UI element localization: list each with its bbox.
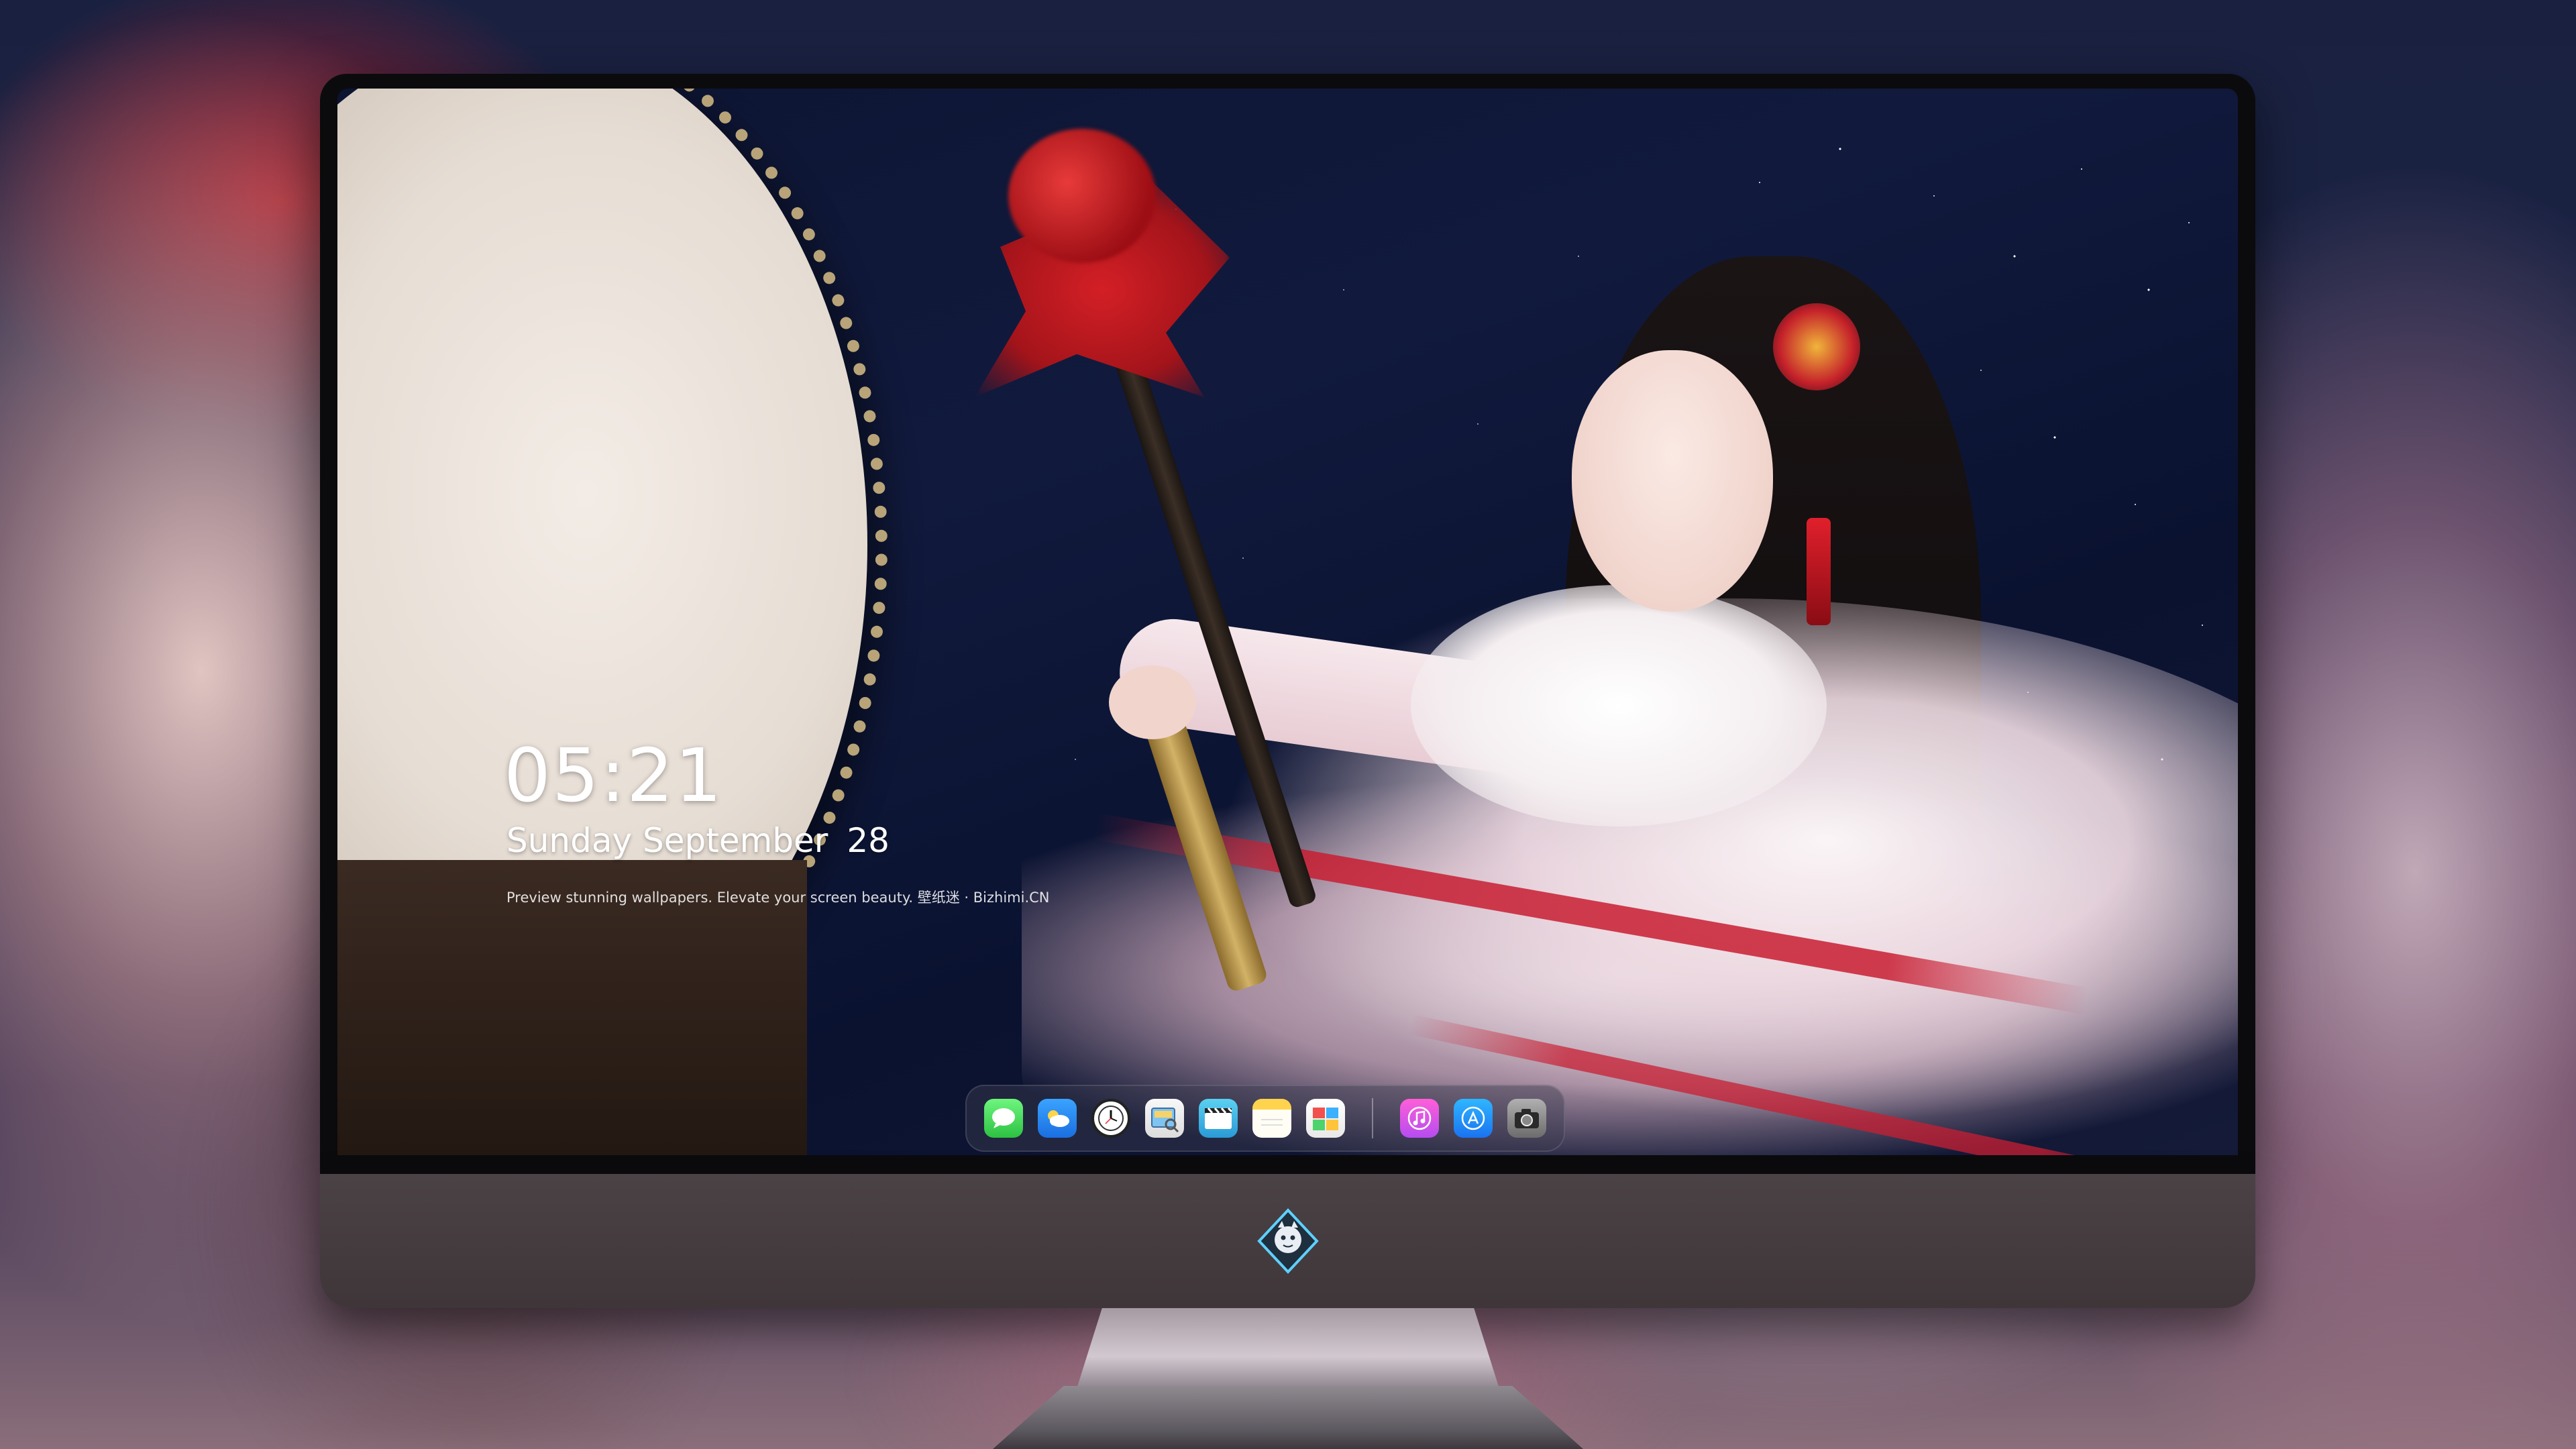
wallpaper-figure-hand: [1109, 665, 1196, 739]
wallpaper-figure-face: [1572, 350, 1773, 612]
notes-icon[interactable]: [1252, 1099, 1291, 1138]
camera-icon[interactable]: [1507, 1099, 1546, 1138]
messages-icon[interactable]: [984, 1099, 1023, 1138]
monitor-chin: [320, 1174, 2255, 1308]
video-icon[interactable]: [1199, 1099, 1238, 1138]
wallpaper-tassel: [1807, 518, 1831, 625]
lock-date-day: 28: [847, 821, 890, 860]
wallpaper-hairpin: [1773, 303, 1860, 390]
lock-clock: 05:21: [504, 733, 724, 818]
monitor-stand-foot: [993, 1386, 1583, 1449]
brand-logo-icon: [1256, 1208, 1320, 1275]
clock-icon[interactable]: [1091, 1099, 1130, 1138]
monitor-bezel: 05:21 Sunday September 28 Preview stunnin…: [320, 74, 2255, 1174]
wallpaper-mallet-head: [1008, 129, 1156, 263]
lock-screen[interactable]: 05:21 Sunday September 28 Preview stunnin…: [337, 89, 2238, 1155]
monitor-stand-neck: [1077, 1308, 1499, 1389]
lock-tagline: Preview stunning wallpapers. Elevate you…: [506, 890, 1050, 906]
monitor: 05:21 Sunday September 28 Preview stunnin…: [320, 74, 2255, 1308]
app-store-icon[interactable]: [1454, 1099, 1493, 1138]
photos-icon[interactable]: [1306, 1099, 1345, 1138]
lock-date: Sunday September 28: [506, 821, 890, 860]
music-icon[interactable]: [1400, 1099, 1439, 1138]
preview-icon[interactable]: [1145, 1099, 1184, 1138]
wallpaper-fur-collar: [1411, 585, 1827, 826]
lock-date-weekday-month: Sunday September: [506, 821, 828, 860]
dock-separator: [1372, 1098, 1373, 1138]
dock: [965, 1085, 1565, 1152]
weather-icon[interactable]: [1038, 1099, 1077, 1138]
